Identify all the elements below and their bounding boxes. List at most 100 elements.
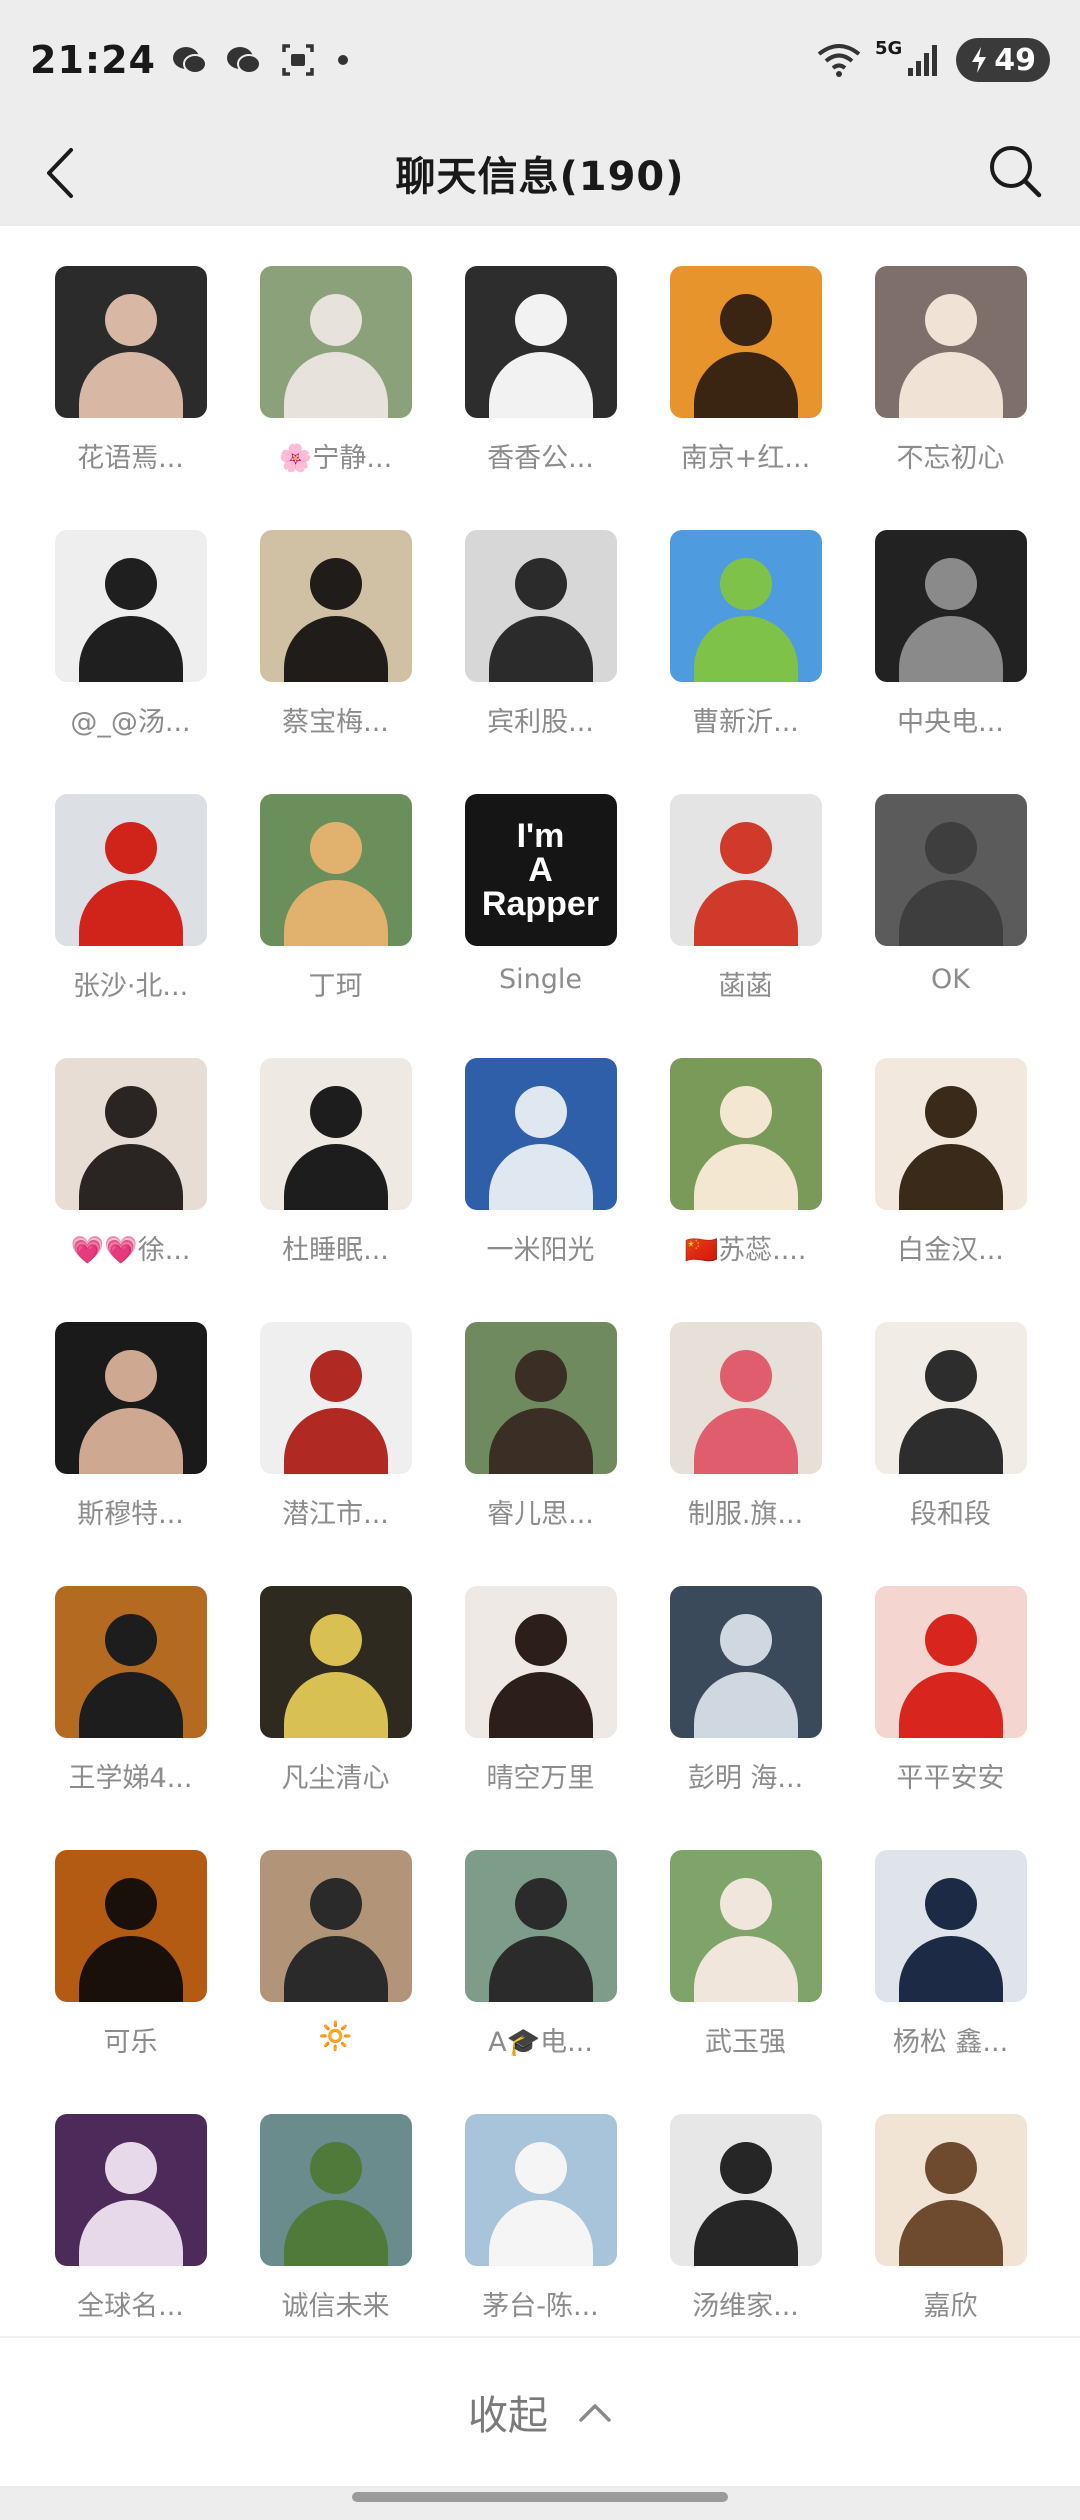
member-item[interactable]: 曹新沂... (643, 530, 848, 780)
avatar-figure-head (104, 1350, 157, 1402)
member-item[interactable]: 丁珂 (233, 794, 438, 1044)
member-name: 晴空万里 (486, 1763, 595, 1794)
member-item[interactable]: 彭明 海... (643, 1586, 848, 1836)
member-name: 嘉欣 (923, 2291, 978, 2322)
member-item[interactable]: 凡尘清心 (233, 1586, 438, 1836)
member-item[interactable]: 杜睡眠... (233, 1058, 438, 1308)
member-name: 蔡宝梅... (282, 707, 389, 738)
member-item[interactable]: 武玉强 (643, 1850, 848, 2100)
avatar-figure-head (514, 1350, 567, 1402)
member-item[interactable]: 🌸宁静... (233, 266, 438, 516)
avatar (464, 1058, 617, 1210)
member-item[interactable]: 宾利股... (438, 530, 643, 780)
member-item[interactable]: 🇨🇳苏蕊.... (643, 1058, 848, 1308)
member-item[interactable]: A🎓电... (438, 1850, 643, 2100)
avatar-text-line: A (528, 851, 553, 889)
member-item[interactable]: 诚信未来 (233, 2114, 438, 2364)
avatar-figure-head (309, 822, 362, 874)
member-name: 丁珂 (308, 971, 363, 1002)
member-item[interactable]: 嘉欣 (848, 2114, 1053, 2364)
avatar-figure-head (104, 1086, 157, 1138)
avatar-figure-head (924, 1350, 977, 1402)
avatar-figure-head (514, 1878, 567, 1930)
member-panel: 花语焉... 🌸宁静... 香香公... 南京+红... 不忘初心 @_@汤... 蔡宝梅.… (0, 226, 1080, 2336)
avatar-figure-head (924, 294, 977, 346)
member-item[interactable]: I'm A Rapper Single (438, 794, 643, 1044)
member-name: 段和段 (910, 1499, 991, 1530)
member-item[interactable]: 一米阳光 (438, 1058, 643, 1308)
avatar-figure-head (104, 1614, 157, 1666)
member-item[interactable]: 晴空万里 (438, 1586, 643, 1836)
avatar-figure-body (898, 352, 1003, 418)
member-name: 杨松 鑫... (892, 2027, 1009, 2058)
member-item[interactable]: 南京+红... (643, 266, 848, 516)
member-item[interactable]: 张沙·北... (28, 794, 233, 1044)
member-item[interactable]: 白金汉... (848, 1058, 1053, 1308)
member-item[interactable]: 潜江市... (233, 1322, 438, 1572)
member-name: 武玉强 (705, 2027, 786, 2058)
member-item[interactable]: 汤维家... (643, 2114, 848, 2364)
member-name: 一米阳光 (486, 1235, 595, 1266)
member-item[interactable]: OK (848, 794, 1053, 1044)
home-indicator[interactable] (352, 2492, 728, 2502)
avatar-figure-body (283, 616, 388, 682)
avatar-figure-head (309, 1614, 362, 1666)
member-item[interactable]: 制服.旗... (643, 1322, 848, 1572)
member-name: 睿儿思... (487, 1499, 594, 1530)
member-item[interactable]: 茅台-陈... (438, 2114, 643, 2364)
member-item[interactable]: 💗💗徐... (28, 1058, 233, 1308)
member-name: 汤维家... (692, 2291, 799, 2322)
member-item[interactable]: 菡菡 (643, 794, 848, 1044)
avatar-figure-body (693, 352, 798, 418)
avatar-figure-body (693, 1672, 798, 1738)
avatar (464, 530, 617, 682)
member-item[interactable]: @_@汤... (28, 530, 233, 780)
member-item[interactable]: 斯穆特... (28, 1322, 233, 1572)
signal-icon (908, 45, 938, 76)
member-name: A🎓电... (488, 2027, 593, 2058)
avatar-figure-head (309, 1086, 362, 1138)
avatar (54, 1058, 207, 1210)
avatar-figure-body (283, 1144, 388, 1210)
wechat-icon (172, 47, 207, 74)
avatar-figure-head (719, 1086, 772, 1138)
member-item[interactable]: 王学娣4... (28, 1586, 233, 1836)
member-item[interactable]: 杨松 鑫... (848, 1850, 1053, 2100)
avatar-figure-body (898, 1672, 1003, 1738)
avatar-figure-body (898, 616, 1003, 682)
avatar-figure-head (719, 1350, 772, 1402)
member-item[interactable]: 蔡宝梅... (233, 530, 438, 780)
member-item[interactable]: 中央电... (848, 530, 1053, 780)
avatar-figure-body (898, 1144, 1003, 1210)
avatar (464, 1850, 617, 2002)
member-item[interactable]: 睿儿思... (438, 1322, 643, 1572)
collapse-button[interactable]: 收起 (0, 2336, 1080, 2486)
avatar-figure-head (104, 558, 157, 610)
avatar-figure-head (924, 2142, 977, 2194)
avatar (669, 794, 822, 946)
member-item[interactable]: 全球名... (28, 2114, 233, 2364)
avatar-figure-body (78, 2200, 183, 2266)
member-item[interactable]: 段和段 (848, 1322, 1053, 1572)
member-item[interactable]: 花语焉... (28, 266, 233, 516)
avatar (669, 1586, 822, 1738)
member-name: 🇨🇳苏蕊.... (684, 1235, 807, 1266)
avatar-figure-head (719, 822, 772, 874)
member-item[interactable]: 香香公... (438, 266, 643, 516)
member-item[interactable]: 可乐 (28, 1850, 233, 2100)
avatar-figure-body (283, 880, 388, 946)
avatar (464, 1586, 617, 1738)
back-button[interactable] (30, 140, 90, 206)
member-item[interactable]: 不忘初心 (848, 266, 1053, 516)
member-item[interactable]: 平平安安 (848, 1586, 1053, 1836)
avatar-figure-body (898, 1408, 1003, 1474)
avatar-figure-head (924, 1878, 977, 1930)
screenshot-icon (282, 44, 314, 76)
status-time: 21:24 (30, 38, 156, 82)
search-button[interactable] (982, 138, 1048, 204)
avatar (669, 2114, 822, 2266)
member-item[interactable]: 🔆 (233, 1850, 438, 2100)
avatar (874, 1850, 1027, 2002)
avatar-figure-body (283, 1936, 388, 2002)
avatar-figure-body (78, 1936, 183, 2002)
